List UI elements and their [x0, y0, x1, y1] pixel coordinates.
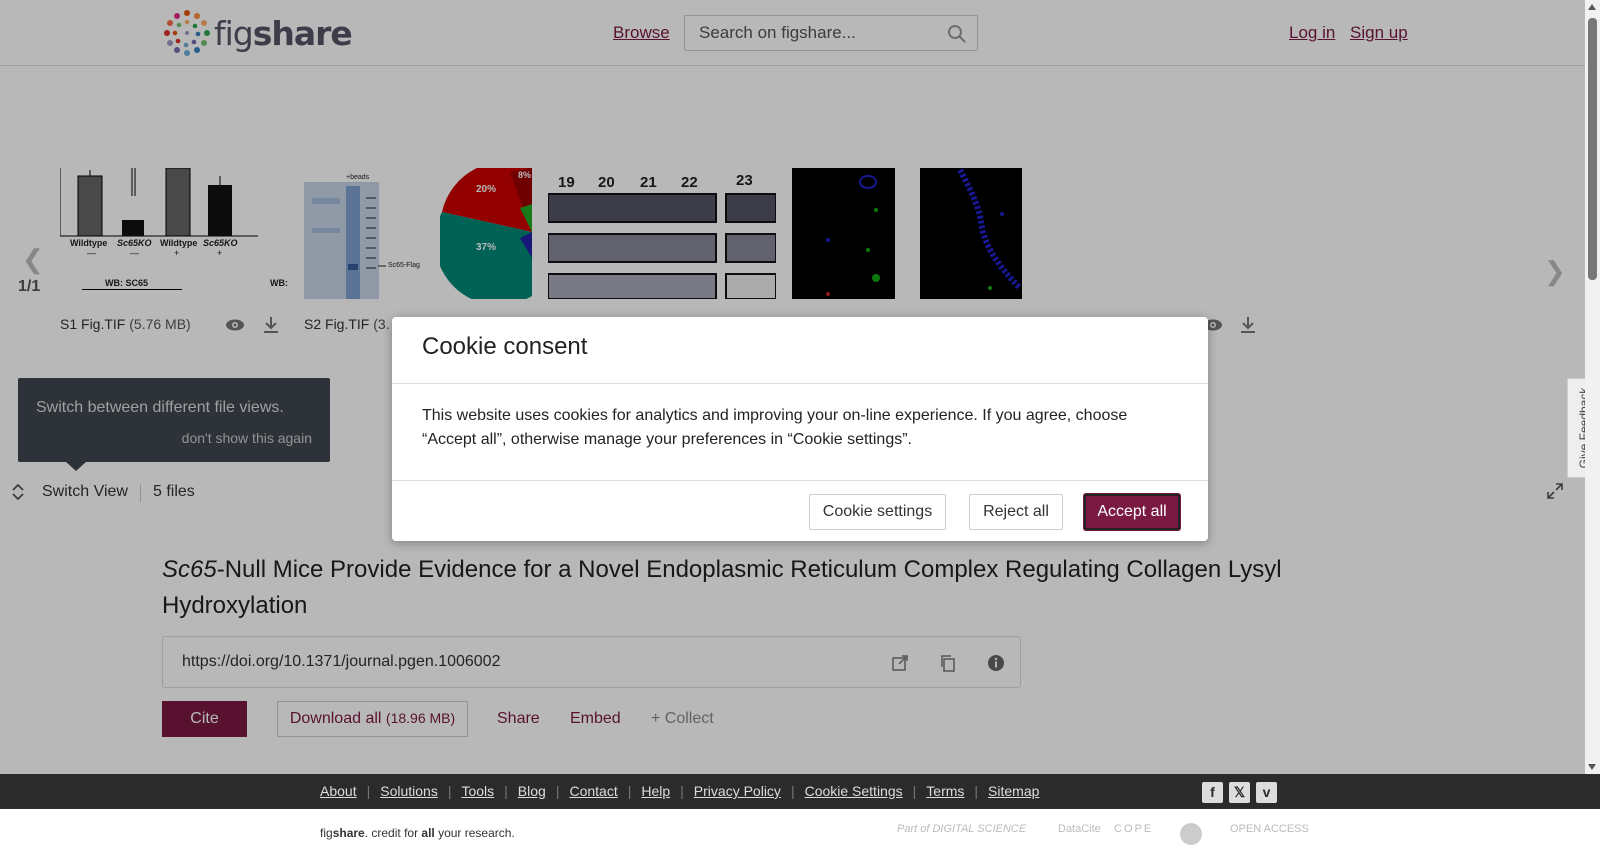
accept-all-button[interactable]: Accept all	[1084, 494, 1180, 530]
credit-end: your research.	[434, 826, 515, 840]
credit-share: share	[332, 826, 365, 840]
scroll-up-icon[interactable]	[1588, 4, 1596, 10]
footer-separator: |	[555, 783, 560, 799]
facebook-icon[interactable]: f	[1202, 782, 1223, 803]
footer-link-contact[interactable]: Contact	[569, 783, 617, 799]
credit-fig: fig	[320, 826, 333, 840]
footer-link-privacy[interactable]: Privacy Policy	[694, 783, 781, 799]
footer-separator: |	[627, 783, 632, 799]
vimeo-icon[interactable]: v	[1256, 782, 1277, 803]
credit-mid: . credit for	[364, 826, 422, 840]
open-access-logo[interactable]: OPEN ACCESS	[1230, 823, 1309, 845]
cookie-dialog-header: Cookie consent	[392, 317, 1208, 384]
cookie-settings-button[interactable]: Cookie settings	[809, 494, 946, 530]
scroll-down-icon[interactable]	[1588, 764, 1596, 770]
footer-separator: |	[680, 783, 684, 799]
footer-link-about[interactable]: About	[320, 783, 357, 799]
footer-link-sitemap[interactable]: Sitemap	[988, 783, 1039, 799]
footer-link-solutions[interactable]: Solutions	[380, 783, 438, 799]
footer-credit-bar: figshare. credit for all your research. …	[0, 809, 1600, 857]
footer-separator: |	[447, 783, 452, 799]
x-icon[interactable]: 𝕏	[1229, 782, 1250, 803]
digital-science-logo[interactable]: Part of DIGITAL SCIENCE	[897, 823, 1026, 845]
cookie-dialog-title: Cookie consent	[422, 333, 588, 360]
footer-nav: About | Solutions | Tools | Blog | Contact | …	[0, 774, 1600, 809]
footer-link-tools[interactable]: Tools	[461, 783, 494, 799]
footer-links: About | Solutions | Tools | Blog | Contact | …	[320, 783, 1039, 799]
footer-link-blog[interactable]: Blog	[518, 783, 546, 799]
seal-logo[interactable]	[1180, 823, 1202, 845]
cookie-dialog-divider	[392, 480, 1208, 481]
credit-all: all	[421, 826, 435, 840]
footer-separator: |	[912, 783, 917, 799]
footer-separator: |	[504, 783, 508, 799]
page-scrollbar[interactable]	[1585, 0, 1600, 774]
datacite-logo[interactable]: DataCite	[1058, 823, 1101, 845]
reject-all-button[interactable]: Reject all	[969, 494, 1063, 530]
cope-logo[interactable]: COPE	[1114, 823, 1153, 845]
footer-link-terms[interactable]: Terms	[926, 783, 964, 799]
footer-link-cookie-settings[interactable]: Cookie Settings	[805, 783, 903, 799]
footer-link-help[interactable]: Help	[641, 783, 670, 799]
cookie-consent-dialog: Cookie consent This website uses cookies…	[392, 317, 1208, 541]
cookie-dialog-body: This website uses cookies for analytics …	[422, 407, 1128, 448]
footer-credit: figshare. credit for all your research.	[320, 826, 515, 840]
scrollbar-thumb[interactable]	[1588, 18, 1597, 280]
footer-separator: |	[790, 783, 795, 799]
footer-separator: |	[974, 783, 979, 799]
footer-separator: |	[366, 783, 371, 799]
